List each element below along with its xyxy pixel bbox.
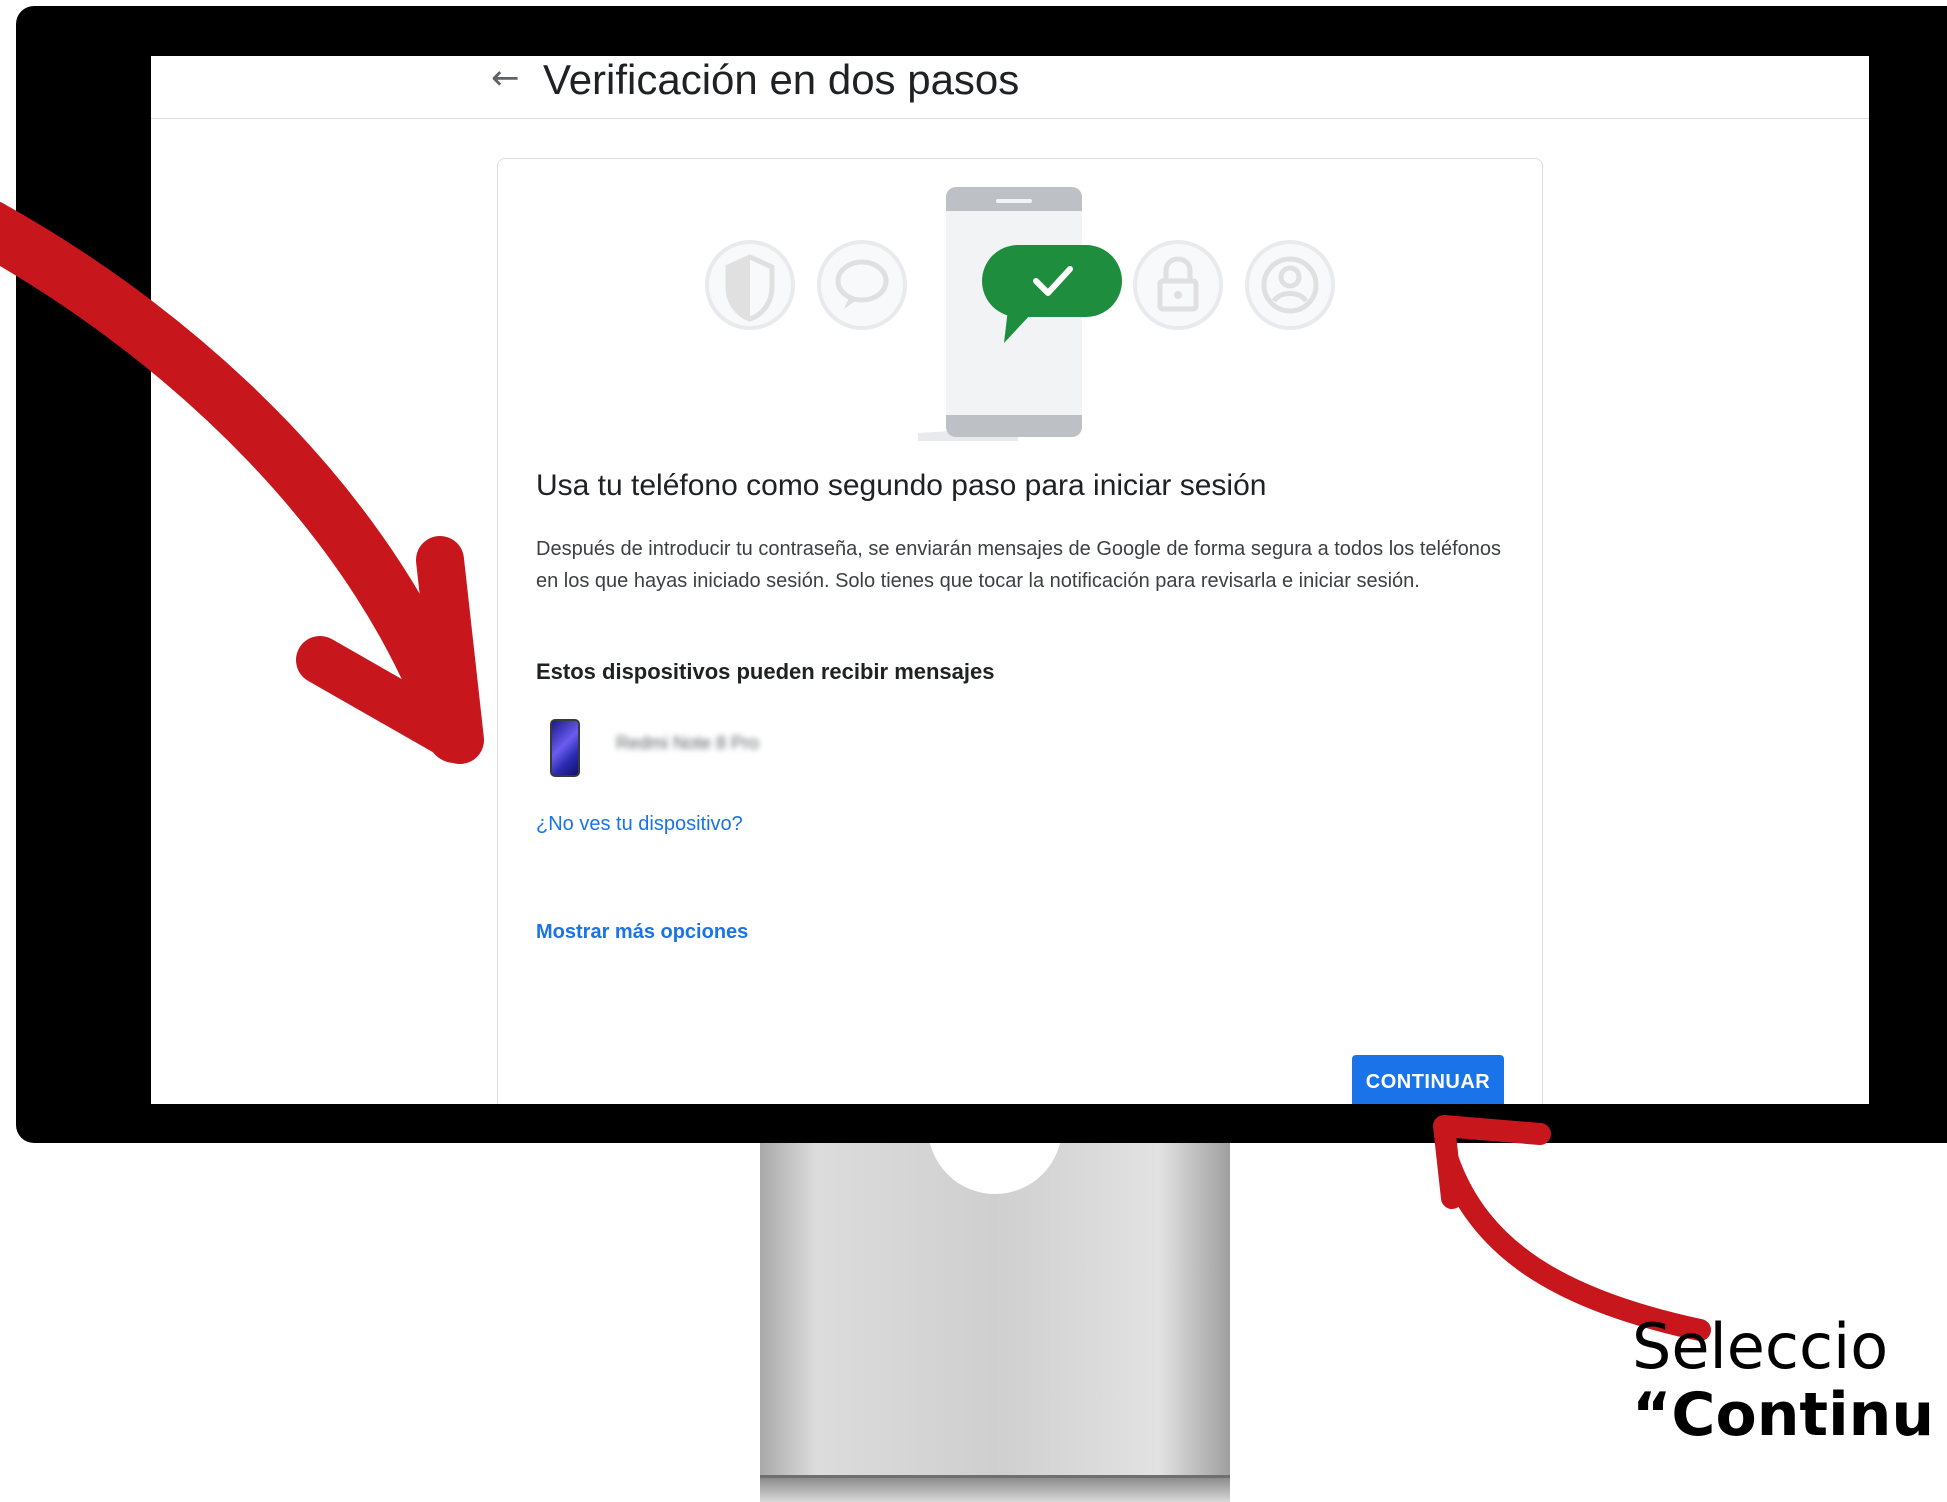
more-options-link[interactable]: Mostrar más opciones [536, 921, 748, 944]
card-description: Después de introducir tu contraseña, se … [536, 538, 1502, 592]
caption-line-1: Seleccio [1632, 1310, 1889, 1383]
device-name: Redmi Note 8 Pro [616, 733, 760, 753]
continue-button[interactable]: CONTINUAR [1352, 1055, 1504, 1104]
monitor-frame: ← Verificación en dos pasos Usa tu teléf… [16, 6, 1947, 1143]
stand-foot [760, 1475, 1230, 1502]
instruction-caption: Seleccio “Continu [1632, 1310, 1947, 1450]
page-title: Verificación en dos pasos [543, 56, 1020, 103]
chat-icon [817, 240, 907, 330]
phone-illustration [705, 187, 1335, 441]
small-arrow-icon [1433, 1115, 1711, 1341]
card-heading: Usa tu teléfono como segundo paso para i… [536, 469, 1267, 502]
shield-icon [705, 240, 795, 330]
device-item: Redmi Note 8 Pro [536, 719, 936, 777]
verification-card: Usa tu teléfono como segundo paso para i… [497, 158, 1543, 1104]
devices-title: Estos dispositivos pueden recibir mensaj… [536, 659, 995, 684]
missing-device-link[interactable]: ¿No ves tu dispositivo? [536, 813, 743, 836]
phone-icon [550, 719, 580, 777]
lock-icon [1133, 240, 1223, 330]
page-header: ← Verificación en dos pasos [151, 56, 1869, 119]
browser-screen: ← Verificación en dos pasos Usa tu teléf… [151, 56, 1869, 1104]
caption-line-2: “Continu [1632, 1380, 1935, 1450]
monitor-stand [760, 1060, 1230, 1502]
account-icon [1245, 240, 1335, 330]
arrow-left-icon[interactable]: ← [491, 58, 520, 98]
